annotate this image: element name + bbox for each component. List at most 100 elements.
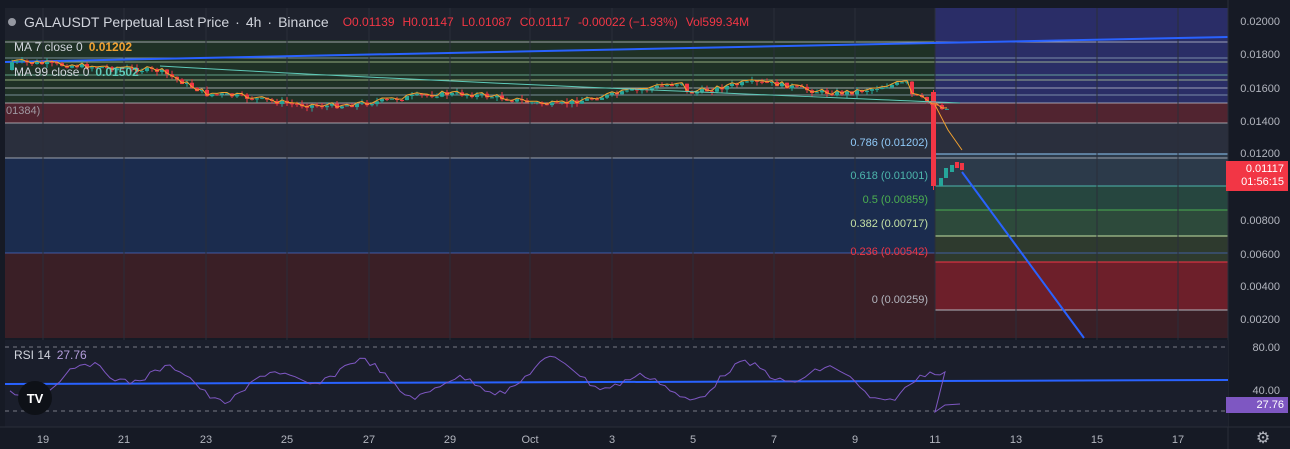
candle — [585, 98, 589, 101]
candle — [944, 168, 948, 178]
zone-gray — [5, 123, 1228, 158]
interval-label[interactable]: 4h — [246, 14, 262, 30]
candle — [260, 97, 264, 99]
time-axis-label: 29 — [444, 434, 456, 446]
candle — [15, 61, 19, 63]
time-axis-label: 5 — [690, 434, 696, 446]
tradingview-logo[interactable]: TV — [18, 381, 52, 415]
candle — [665, 85, 669, 87]
candle — [750, 80, 754, 82]
candle — [20, 60, 24, 62]
candle — [250, 98, 254, 100]
candle — [605, 94, 609, 98]
time-axis-label: 9 — [852, 434, 858, 446]
current-price: 0.01117 — [1245, 163, 1284, 175]
ma7-legend[interactable]: MA 7 close 0 0.01202 — [14, 40, 132, 54]
rsi-axis-label: 40.00 — [1252, 385, 1280, 397]
candle — [845, 91, 849, 95]
candle — [815, 92, 819, 94]
candle — [655, 85, 659, 88]
candle — [390, 98, 394, 100]
time-axis-label: 15 — [1091, 434, 1103, 446]
time-axis-label: 21 — [118, 434, 130, 446]
candle — [45, 61, 49, 65]
candle — [895, 82, 899, 85]
price-axis-label: 0.00800 — [1240, 215, 1280, 227]
candle — [215, 94, 219, 96]
candle — [620, 91, 624, 95]
candle — [380, 98, 384, 102]
candle — [475, 94, 479, 98]
volume-value: Vol599.34M — [685, 15, 750, 29]
candle — [900, 82, 904, 84]
fib-zone-c — [935, 186, 1228, 210]
candle — [410, 94, 414, 97]
candle — [945, 108, 949, 110]
time-axis-label: 27 — [363, 434, 375, 446]
candle — [35, 62, 39, 64]
candle — [650, 87, 654, 90]
low-value: L0.01087 — [461, 15, 512, 29]
candle — [955, 162, 959, 168]
candle — [870, 89, 874, 91]
ma99-label: MA 99 close 0 — [14, 65, 90, 79]
candle — [625, 90, 629, 92]
candle — [670, 85, 674, 87]
ghost-label: 01384) — [6, 105, 41, 117]
candle — [400, 100, 404, 102]
bar-countdown: 01:56:15 — [1241, 176, 1284, 188]
time-axis-label: 23 — [200, 434, 212, 446]
price-axis-label: 0.01400 — [1240, 116, 1280, 128]
fib-level-label: 0.382 (0.00717) — [850, 218, 928, 230]
chart-canvas[interactable]: 0.02000 0.01800 0.01600 0.01400 0.01200 0.008… — [0, 0, 1290, 449]
time-axis-label: 7 — [771, 434, 777, 446]
candle — [325, 105, 329, 108]
candle — [560, 101, 564, 103]
time-axis-label: 25 — [281, 434, 293, 446]
candle — [210, 94, 214, 97]
candle — [255, 98, 259, 100]
header-separator: · — [235, 14, 240, 30]
rsi-legend[interactable]: RSI 14 27.76 — [14, 348, 87, 362]
time-axis-label: 3 — [609, 434, 615, 446]
symbol-title[interactable]: GALAUSDT Perpetual Last Price — [24, 14, 229, 30]
candle — [660, 85, 664, 87]
ma99-legend[interactable]: MA 99 close 0 0.01502 — [14, 65, 139, 79]
candle — [885, 87, 889, 89]
fib-zone-a — [935, 236, 1228, 262]
time-axis-label: Oct — [521, 434, 538, 446]
fib-level-label: 0.618 (0.01001) — [850, 170, 928, 182]
rsi-current-tag: 27.76 — [1226, 397, 1288, 413]
time-axis-label: 13 — [1010, 434, 1022, 446]
price-axis-label: 0.01600 — [1240, 83, 1280, 95]
candle — [530, 102, 534, 104]
price-axis-label: 0.00200 — [1240, 314, 1280, 326]
candle — [890, 84, 894, 88]
candle — [950, 165, 954, 172]
fib-zone-red — [935, 262, 1228, 310]
fib-level-label: 0.786 (0.01202) — [850, 137, 928, 149]
fib-level-label: 0.236 (0.00542) — [850, 246, 928, 258]
status-dot — [8, 18, 16, 26]
rsi-value: 27.76 — [56, 348, 87, 362]
ma99-value: 0.01502 — [95, 65, 139, 79]
candle — [960, 163, 964, 170]
current-price-tag: 0.01117 01:56:15 — [1226, 161, 1288, 191]
candle — [235, 94, 239, 97]
open-value: O0.01139 — [342, 15, 395, 29]
ohlc-values: O0.01139 H0.01147 L0.01087 C0.01117 -0.0… — [343, 15, 749, 29]
candle — [730, 83, 734, 86]
candle — [939, 178, 943, 186]
candle — [310, 105, 314, 108]
candle — [745, 81, 749, 83]
candle — [555, 102, 559, 104]
change-value: -0.00022 (−1.93%) — [578, 15, 678, 29]
candle — [675, 84, 679, 86]
price-axis-label: 0.00400 — [1240, 281, 1280, 293]
gear-icon[interactable]: ⚙ — [1254, 430, 1272, 448]
rsi-axis-label: 80.00 — [1252, 342, 1280, 354]
fib-zone-b — [935, 210, 1228, 236]
candle — [550, 102, 554, 106]
candle — [375, 101, 379, 105]
candle — [370, 104, 374, 106]
